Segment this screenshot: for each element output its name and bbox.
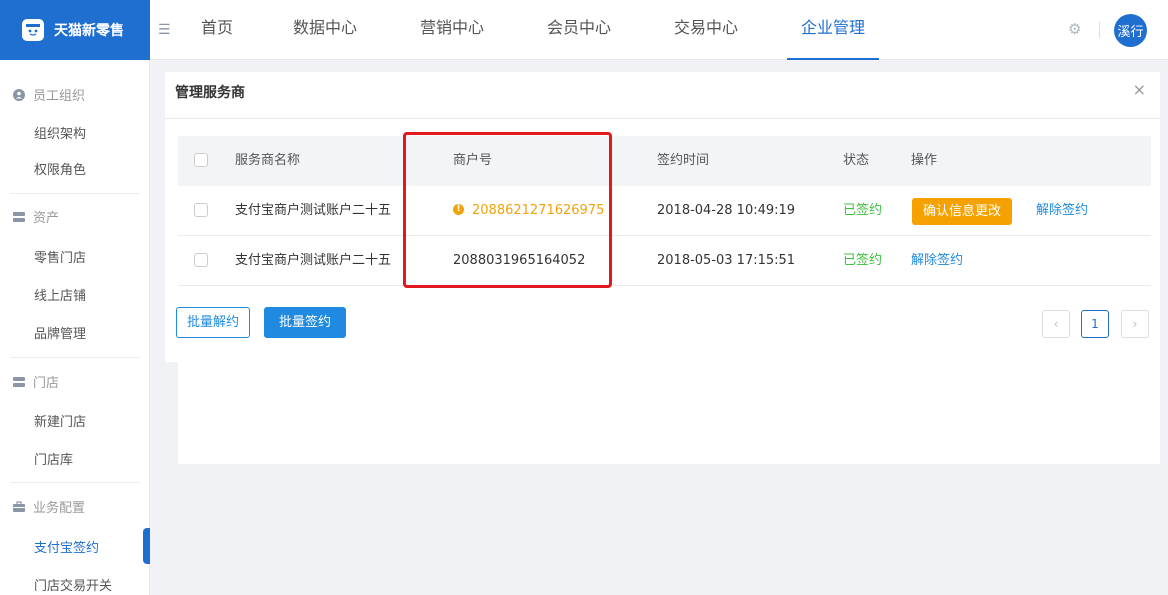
sidebar-divider bbox=[10, 193, 140, 194]
nav-member-center[interactable]: 会员中心 bbox=[547, 0, 611, 60]
modal-title: 管理服务商 bbox=[175, 85, 245, 101]
store-icon bbox=[13, 376, 25, 387]
sidebar-item-brand-management[interactable]: 品牌管理 bbox=[34, 323, 86, 342]
sidebar-divider bbox=[10, 357, 140, 358]
briefcase-icon bbox=[13, 500, 25, 512]
sidebar-item-org-structure[interactable]: 组织架构 bbox=[34, 123, 86, 142]
nav-home[interactable]: 首页 bbox=[201, 0, 233, 60]
col-actions: 操作 bbox=[911, 153, 938, 168]
status-badge: 已签约 bbox=[843, 203, 883, 218]
provider-table: 服务商名称 商户号 签约时间 状态 操作 支付宝商户测试账户二十五 ! 20886… bbox=[178, 136, 1151, 286]
provider-name: 支付宝商户测试账户二十五 bbox=[235, 203, 392, 218]
sidebar-divider bbox=[10, 482, 140, 483]
table-header: 服务商名称 商户号 签约时间 状态 操作 bbox=[178, 136, 1151, 186]
content-panel bbox=[178, 362, 1160, 464]
batch-unsign-button[interactable]: 批量解约 bbox=[176, 307, 251, 338]
unsign-link[interactable]: 解除签约 bbox=[1036, 186, 1088, 236]
sidebar-group-label: 门店 bbox=[33, 376, 60, 391]
avatar[interactable]: 溪行 bbox=[1114, 14, 1147, 47]
divider bbox=[1099, 22, 1100, 38]
sidebar-item-store-trade-switch[interactable]: 门店交易开关 bbox=[34, 575, 112, 594]
merchant-id-highlight-box bbox=[403, 132, 612, 288]
sidebar-item-store-library[interactable]: 门店库 bbox=[34, 449, 73, 468]
gear-icon[interactable]: ⚙ bbox=[1068, 20, 1081, 38]
pagination-page-1[interactable]: 1 bbox=[1081, 310, 1109, 338]
unsign-link[interactable]: 解除签约 bbox=[911, 236, 963, 286]
nav-trade-center[interactable]: 交易中心 bbox=[674, 0, 738, 60]
sidebar-item-retail-stores[interactable]: 零售门店 bbox=[34, 247, 86, 266]
org-icon bbox=[13, 88, 25, 101]
batch-sign-button[interactable]: 批量签约 bbox=[264, 307, 347, 338]
table-row: 支付宝商户测试账户二十五 ! 2088621271626975 2018-04-2… bbox=[178, 186, 1151, 236]
col-status: 状态 bbox=[843, 153, 870, 168]
sidebar-item-alipay-signing[interactable]: 支付宝签约 bbox=[34, 537, 99, 556]
nav-enterprise-management[interactable]: 企业管理 bbox=[787, 0, 880, 60]
status-badge: 已签约 bbox=[843, 253, 883, 268]
table-row: 支付宝商户测试账户二十五 2088031965164052 2018-05-03… bbox=[178, 236, 1151, 286]
sign-time: 2018-04-28 10:49:19 bbox=[657, 203, 796, 218]
pagination-prev-icon[interactable]: ‹ bbox=[1042, 310, 1070, 338]
sidebar-item-online-shops[interactable]: 线上店铺 bbox=[34, 285, 86, 304]
app-title: 天猫新零售 bbox=[54, 23, 124, 39]
col-provider-name: 服务商名称 bbox=[235, 153, 301, 168]
sign-time: 2018-05-03 17:15:51 bbox=[657, 253, 796, 268]
col-sign-time: 签约时间 bbox=[657, 153, 710, 168]
provider-name: 支付宝商户测试账户二十五 bbox=[235, 253, 392, 268]
sidebar-group-label: 资产 bbox=[33, 211, 60, 226]
close-icon[interactable]: × bbox=[1133, 80, 1146, 99]
sidebar: 员工组织 组织架构 权限角色 资产 零售门店 线上店铺 品牌管理 门店 新建门店… bbox=[0, 60, 150, 595]
menu-toggle-icon[interactable]: ☰ bbox=[158, 22, 171, 38]
active-indicator bbox=[143, 528, 150, 564]
tmall-logo-icon bbox=[22, 19, 44, 41]
modal-divider bbox=[165, 118, 1160, 119]
sidebar-item-roles[interactable]: 权限角色 bbox=[34, 159, 86, 178]
pagination-next-icon[interactable]: › bbox=[1121, 310, 1149, 338]
row-checkbox[interactable] bbox=[194, 203, 208, 217]
row-checkbox[interactable] bbox=[194, 253, 208, 267]
sidebar-group-staff[interactable]: 员工组织 bbox=[13, 85, 85, 104]
confirm-info-change-button[interactable]: 确认信息更改 bbox=[912, 198, 1013, 225]
assets-icon bbox=[13, 211, 25, 222]
select-all-checkbox[interactable] bbox=[194, 153, 208, 167]
app-logo[interactable]: 天猫新零售 bbox=[0, 0, 150, 60]
sidebar-group-store[interactable]: 门店 bbox=[13, 372, 59, 391]
nav-data-center[interactable]: 数据中心 bbox=[293, 0, 357, 60]
sidebar-group-label: 业务配置 bbox=[33, 501, 86, 516]
sidebar-group-label: 员工组织 bbox=[33, 89, 86, 104]
sidebar-group-assets[interactable]: 资产 bbox=[13, 207, 59, 226]
sidebar-group-business-config[interactable]: 业务配置 bbox=[13, 497, 85, 516]
nav-marketing-center[interactable]: 营销中心 bbox=[420, 0, 484, 60]
top-bar: 天猫新零售 ☰ 首页 数据中心 营销中心 会员中心 交易中心 企业管理 ⚙ 溪行 bbox=[0, 0, 1168, 60]
sidebar-item-new-store[interactable]: 新建门店 bbox=[34, 411, 86, 430]
